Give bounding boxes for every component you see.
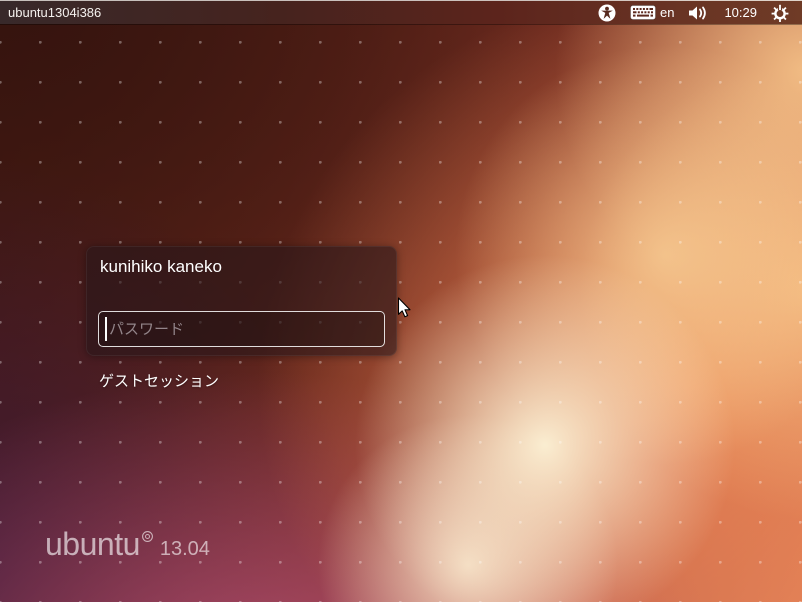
volume-icon <box>688 5 710 21</box>
ubuntu-logo: ubuntu 13.04 <box>45 528 210 560</box>
login-panel: kunihiko kaneko <box>86 246 397 356</box>
password-input[interactable] <box>98 311 385 347</box>
accessibility-menu[interactable] <box>591 1 623 24</box>
login-screen: ubuntu1304i386 <box>0 0 802 602</box>
mouse-cursor <box>397 297 412 324</box>
screen-top-edge <box>0 0 802 1</box>
password-field-wrap <box>98 311 385 347</box>
session-gear-icon <box>771 4 789 22</box>
hostname-label: ubuntu1304i386 <box>8 1 101 24</box>
clock-menu[interactable]: 10:29 <box>717 1 764 24</box>
username-label: kunihiko kaneko <box>100 257 222 277</box>
clock-label: 10:29 <box>724 5 757 20</box>
keyboard-layout-label: en <box>660 5 674 20</box>
volume-menu[interactable] <box>681 1 717 24</box>
circle-of-friends-icon <box>142 529 153 547</box>
keyboard-menu[interactable]: en <box>623 1 681 24</box>
session-menu[interactable] <box>764 1 796 24</box>
indicator-area: en 10:29 <box>591 1 796 24</box>
top-panel: ubuntu1304i386 <box>0 1 802 24</box>
accessibility-icon <box>598 4 616 22</box>
guest-session-link[interactable]: ゲストセッション <box>99 370 219 391</box>
ubuntu-wordmark: ubuntu <box>45 528 140 560</box>
text-caret <box>105 317 107 341</box>
keyboard-icon <box>630 5 656 20</box>
version-label: 13.04 <box>160 539 210 559</box>
